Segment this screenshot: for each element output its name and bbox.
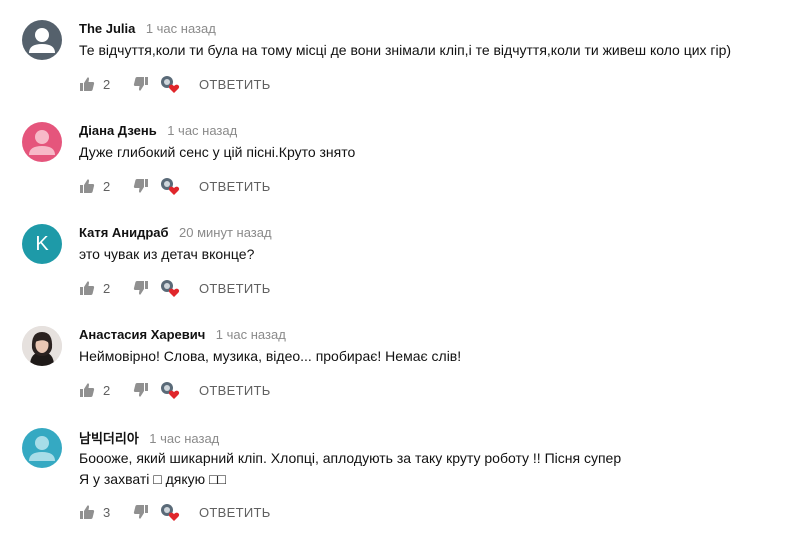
author-name[interactable]: Катя Анидраб (79, 225, 169, 240)
comment-text: это чувак из детач вконце? (79, 246, 255, 262)
comment-text: Те відчуття,коли ти була на тому місці д… (79, 42, 732, 58)
like-count: 2 (103, 382, 111, 398)
thumbs-down-icon[interactable] (133, 76, 149, 92)
author-name[interactable]: The Julia (79, 21, 135, 36)
author-name[interactable]: 남빅더리아 (79, 431, 139, 446)
comment-actions: 2 ОТВЕТИТЬ (79, 278, 271, 298)
default-avatar-icon (29, 130, 55, 155)
avatar[interactable] (22, 428, 62, 468)
thumbs-up-icon[interactable] (79, 178, 95, 194)
author-name[interactable]: Анастасия Харевич (79, 327, 205, 342)
creator-heart-icon (159, 502, 181, 522)
default-avatar-icon (29, 28, 55, 53)
thumbs-up-icon[interactable] (79, 504, 95, 520)
comment: K Катя Анидраб 20 минут назад это чувак … (0, 224, 809, 314)
creator-heart-icon (159, 176, 181, 196)
thumbs-down-icon[interactable] (133, 280, 149, 296)
creator-heart-icon (159, 74, 181, 94)
thumbs-up-icon[interactable] (79, 382, 95, 398)
comment-header: Катя Анидраб 20 минут назад (79, 224, 272, 242)
comment-header: Діана Дзень 1 час назад (79, 122, 237, 140)
thumbs-down-icon[interactable] (133, 504, 149, 520)
user-photo-icon (22, 326, 62, 366)
comment-header: Анастасия Харевич 1 час назад (79, 326, 286, 344)
reply-button[interactable]: ОТВЕТИТЬ (199, 281, 271, 296)
comment-actions: 2 ОТВЕТИТЬ (79, 380, 271, 400)
comment: Анастасия Харевич 1 час назад Неймовірно… (0, 326, 809, 416)
thumbs-up-icon[interactable] (79, 280, 95, 296)
creator-heart-icon (159, 380, 181, 400)
reply-button[interactable]: ОТВЕТИТЬ (199, 505, 271, 520)
like-count: 2 (103, 280, 111, 296)
comment-actions: 2 ОТВЕТИТЬ (79, 176, 271, 196)
timestamp[interactable]: 1 час назад (167, 123, 237, 138)
comment-text: Дуже глибокий сенс у цій пісні.Круто зня… (79, 144, 356, 160)
thumbs-down-icon[interactable] (133, 382, 149, 398)
avatar[interactable] (22, 326, 62, 366)
default-avatar-icon (29, 436, 55, 461)
avatar[interactable] (22, 20, 62, 60)
timestamp[interactable]: 1 час назад (216, 327, 286, 342)
like-count: 2 (103, 76, 111, 92)
thumbs-up-icon[interactable] (79, 76, 95, 92)
avatar[interactable]: K (22, 224, 62, 264)
timestamp[interactable]: 1 час назад (146, 21, 216, 36)
like-count: 2 (103, 178, 111, 194)
comment-header: The Julia 1 час назад (79, 20, 216, 38)
comment-actions: 2 ОТВЕТИТЬ (79, 74, 271, 94)
comment-text-line-1: Боооже, який шикарний кліп. Хлопці, апло… (79, 450, 622, 466)
comment-header: 남빅더리아 1 час назад (79, 428, 219, 448)
avatar-letter: K (35, 233, 49, 255)
comment-text-line-2: Я у захваті □ дякую □□ (79, 471, 226, 487)
comment-text: Неймовірно! Слова, музика, відео... проб… (79, 348, 462, 364)
timestamp[interactable]: 20 минут назад (179, 225, 272, 240)
comment: The Julia 1 час назад Те відчуття,коли т… (0, 20, 809, 110)
author-name[interactable]: Діана Дзень (79, 123, 157, 138)
reply-button[interactable]: ОТВЕТИТЬ (199, 179, 271, 194)
comment: 남빅더리아 1 час назад Боооже, який шикарний … (0, 428, 809, 528)
creator-heart-icon (159, 278, 181, 298)
thumbs-down-icon[interactable] (133, 178, 149, 194)
reply-button[interactable]: ОТВЕТИТЬ (199, 383, 271, 398)
timestamp[interactable]: 1 час назад (149, 431, 219, 446)
avatar[interactable] (22, 122, 62, 162)
like-count: 3 (103, 504, 111, 520)
comment: Діана Дзень 1 час назад Дуже глибокий се… (0, 122, 809, 212)
comment-actions: 3 ОТВЕТИТЬ (79, 502, 271, 522)
reply-button[interactable]: ОТВЕТИТЬ (199, 77, 271, 92)
